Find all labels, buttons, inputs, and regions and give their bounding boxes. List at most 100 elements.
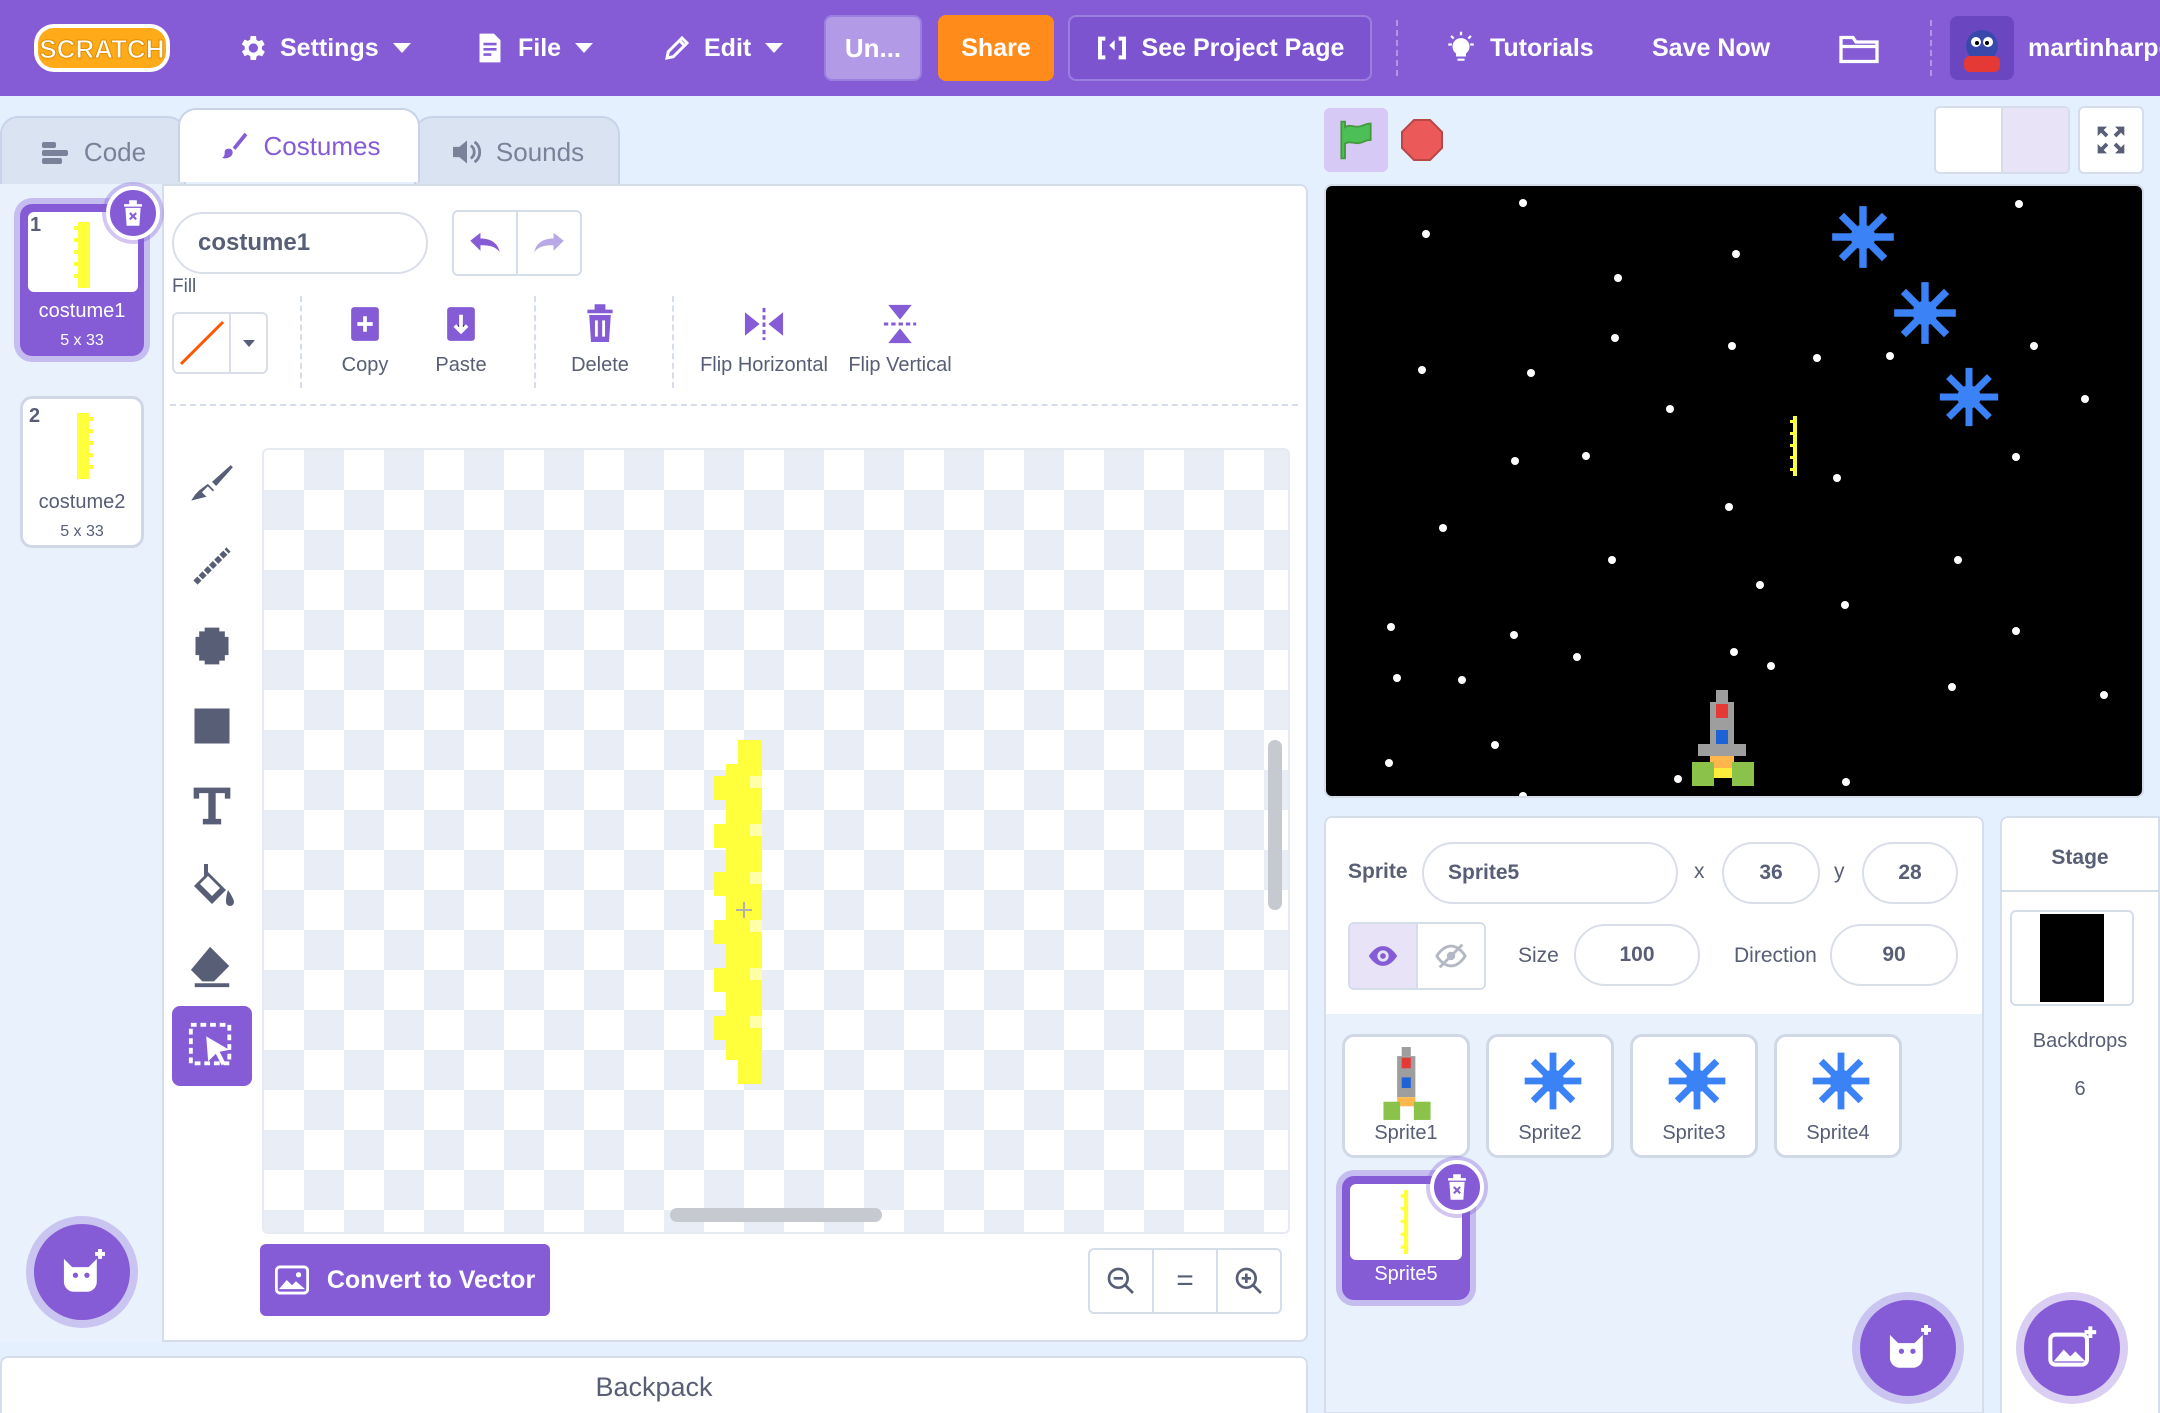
chevron-down-icon xyxy=(575,43,594,53)
fill-tool[interactable] xyxy=(172,846,252,926)
sprite-name: Sprite1 xyxy=(1374,1122,1438,1144)
costume-thumbnail xyxy=(27,403,137,483)
delete-button[interactable]: Delete xyxy=(560,298,640,390)
hide-sprite-button[interactable] xyxy=(1418,924,1484,988)
circle-icon xyxy=(195,627,229,665)
flip-vertical-icon xyxy=(883,304,917,344)
sprite-name-input[interactable]: Sprite5 xyxy=(1422,842,1678,904)
backpack-header[interactable]: Backpack xyxy=(0,1356,1308,1413)
circle-tool[interactable] xyxy=(172,606,252,686)
toolbar-separator xyxy=(170,404,1298,406)
select-tool[interactable] xyxy=(172,1006,252,1086)
cat-add-icon xyxy=(1889,1325,1931,1368)
chevron-down-icon xyxy=(765,43,784,53)
fill-color-picker[interactable] xyxy=(172,312,268,374)
paste-icon xyxy=(447,307,475,341)
paste-button[interactable]: Paste xyxy=(424,298,498,390)
zoom-reset-button[interactable]: = xyxy=(1154,1250,1218,1312)
visibility-toggle xyxy=(1348,922,1486,990)
costume-name: costume2 xyxy=(38,491,126,513)
sprite-tile-3[interactable]: Sprite3 xyxy=(1630,1034,1758,1158)
zoom-out-button[interactable] xyxy=(1090,1250,1154,1312)
backdrops-label: Backdrops xyxy=(2032,1030,2128,1052)
undo-button[interactable] xyxy=(454,212,518,274)
flip-horizontal-icon xyxy=(744,307,784,341)
horizontal-scrollbar[interactable] xyxy=(670,1208,882,1222)
x-input[interactable]: 36 xyxy=(1722,842,1820,904)
costume-number: 1 xyxy=(30,214,42,236)
green-flag-button[interactable] xyxy=(1324,108,1388,172)
eye-slash-icon xyxy=(1435,943,1467,969)
snowflake-sprite xyxy=(1832,206,1894,268)
stage-canvas[interactable] xyxy=(1324,184,2144,798)
large-stage-button[interactable] xyxy=(2003,108,2068,172)
snowflake-sprite xyxy=(1939,367,1999,427)
tab-code[interactable]: Code xyxy=(0,116,186,186)
fullscreen-button[interactable] xyxy=(2078,106,2144,174)
lightbulb-icon xyxy=(1448,31,1474,61)
pencil-icon xyxy=(665,35,690,60)
y-label: y xyxy=(1834,860,1845,883)
file-label: File xyxy=(518,33,562,62)
undo-redo-group xyxy=(452,210,582,276)
tab-sounds[interactable]: Sounds xyxy=(414,116,620,186)
tab-costumes[interactable]: Costumes xyxy=(178,108,420,182)
sprite-name: Sprite5 xyxy=(1374,1263,1438,1285)
file-menu[interactable]: File xyxy=(474,0,594,96)
stop-button[interactable] xyxy=(1398,116,1446,164)
choose-sprite-button[interactable] xyxy=(1860,1300,1956,1396)
costume-name-input[interactable]: costume1 xyxy=(172,212,428,274)
edit-menu[interactable]: Edit xyxy=(662,0,784,96)
flip-vertical-button[interactable]: Flip Vertical xyxy=(838,298,962,390)
project-title-input[interactable]: Un... xyxy=(824,15,922,81)
small-stage-button[interactable] xyxy=(1936,108,2003,172)
file-icon xyxy=(479,33,501,63)
costume-tile-2[interactable]: 2 costume2 5 x 33 xyxy=(20,396,144,548)
share-button[interactable]: Share xyxy=(938,15,1054,81)
zoom-in-button[interactable] xyxy=(1218,1250,1280,1312)
direction-input[interactable]: 90 xyxy=(1830,924,1958,986)
rectangle-tool[interactable] xyxy=(172,686,252,766)
avatar[interactable] xyxy=(1950,16,2014,80)
brush-tool[interactable] xyxy=(172,446,252,526)
menu-divider xyxy=(1930,20,1932,76)
direction-label: Direction xyxy=(1734,944,1817,967)
toolbar-divider xyxy=(300,296,302,388)
sprite-tile-1[interactable]: Sprite1 xyxy=(1342,1034,1470,1158)
scratch-logo[interactable]: SCRATCH xyxy=(32,20,172,76)
copy-button[interactable]: Copy xyxy=(328,298,402,390)
trash-icon xyxy=(587,304,613,342)
flip-horizontal-button[interactable]: Flip Horizontal xyxy=(696,298,832,390)
sprite-tile-2[interactable]: Sprite2 xyxy=(1486,1034,1614,1158)
redo-button[interactable] xyxy=(518,212,580,274)
my-stuff-button[interactable] xyxy=(1838,0,1880,96)
sprite-tile-4[interactable]: Sprite4 xyxy=(1774,1034,1902,1158)
sprite-name: Sprite3 xyxy=(1662,1122,1726,1144)
show-sprite-button[interactable] xyxy=(1350,924,1418,988)
see-project-page-button[interactable]: See Project Page xyxy=(1068,15,1372,81)
convert-to-vector-button[interactable]: Convert to Vector xyxy=(260,1244,550,1316)
delete-costume-button[interactable] xyxy=(106,186,160,240)
y-input[interactable]: 28 xyxy=(1862,842,1958,904)
text-tool[interactable] xyxy=(172,766,252,846)
eye-icon xyxy=(1368,946,1398,966)
stage-title: Stage xyxy=(2051,846,2109,869)
paint-canvas[interactable] xyxy=(262,448,1290,1234)
backdrop-thumbnail[interactable] xyxy=(2010,910,2134,1006)
paste-label: Paste xyxy=(435,354,487,376)
zoom-controls: = xyxy=(1088,1248,1282,1314)
username[interactable]: martinharpe xyxy=(2028,0,2160,96)
toolbar-divider xyxy=(534,296,536,388)
vertical-scrollbar[interactable] xyxy=(1268,740,1282,910)
choose-costume-button[interactable] xyxy=(34,1224,130,1320)
snowflake-icon xyxy=(1524,1052,1582,1110)
save-now-button[interactable]: Save Now xyxy=(1652,0,1770,96)
tutorials-button[interactable]: Tutorials xyxy=(1444,0,1594,96)
settings-menu[interactable]: Settings xyxy=(236,0,411,96)
undo-icon xyxy=(470,232,500,253)
eraser-tool[interactable] xyxy=(172,926,252,1006)
delete-sprite-button[interactable] xyxy=(1430,1160,1484,1214)
size-input[interactable]: 100 xyxy=(1574,924,1700,986)
choose-backdrop-button[interactable] xyxy=(2024,1300,2120,1396)
line-tool[interactable] xyxy=(172,526,252,606)
